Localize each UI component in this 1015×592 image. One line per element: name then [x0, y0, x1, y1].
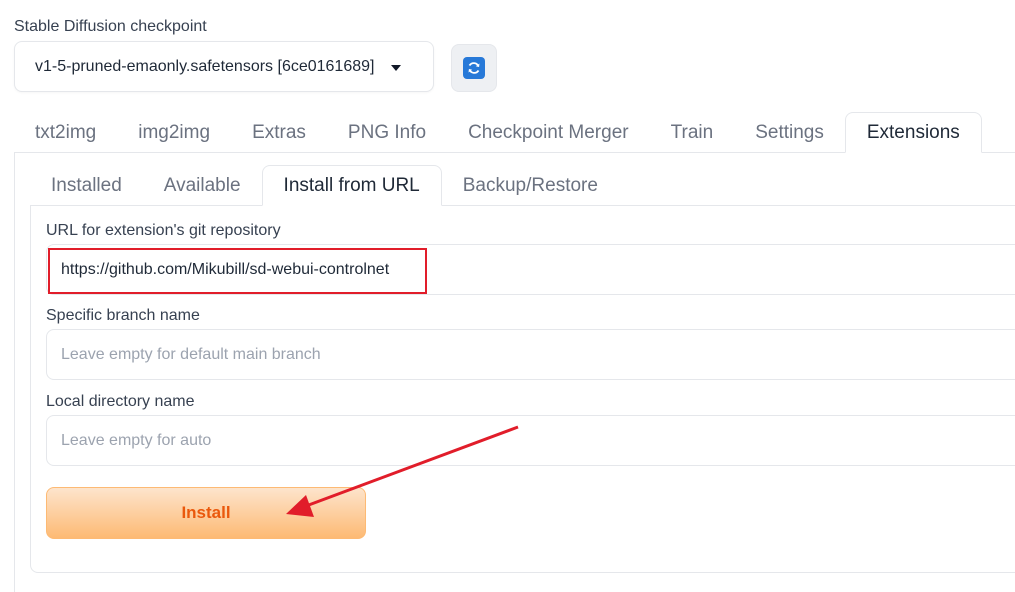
tab-extras[interactable]: Extras [231, 112, 327, 153]
subtab-install-from-url[interactable]: Install from URL [261, 165, 442, 206]
main-tabs: txt2img img2img Extras PNG Info Checkpoi… [14, 112, 982, 153]
subtab-available[interactable]: Available [143, 165, 262, 206]
checkpoint-dropdown[interactable]: v1-5-pruned-emaonly.safetensors [6ce0161… [14, 41, 434, 92]
url-label: URL for extension's git repository [46, 222, 281, 239]
directory-input[interactable]: Leave empty for auto [46, 415, 1015, 466]
branch-label: Specific branch name [46, 307, 200, 324]
refresh-checkpoints-button[interactable] [451, 44, 497, 92]
tab-settings[interactable]: Settings [734, 112, 845, 153]
tab-txt2img[interactable]: txt2img [14, 112, 117, 153]
subtab-installed[interactable]: Installed [30, 165, 143, 206]
chevron-down-icon [391, 65, 401, 71]
checkpoint-selected-value: v1-5-pruned-emaonly.safetensors [6ce0161… [35, 57, 375, 75]
branch-placeholder: Leave empty for default main branch [61, 345, 321, 363]
tab-png-info[interactable]: PNG Info [327, 112, 447, 153]
tab-extensions[interactable]: Extensions [844, 112, 982, 153]
checkpoint-label: Stable Diffusion checkpoint [14, 18, 207, 35]
directory-label: Local directory name [46, 393, 195, 410]
directory-placeholder: Leave empty for auto [61, 431, 212, 449]
url-input[interactable]: https://github.com/Mikubill/sd-webui-con… [46, 244, 1015, 295]
tab-train[interactable]: Train [650, 112, 735, 153]
refresh-icon [463, 57, 485, 79]
subtab-backup-restore[interactable]: Backup/Restore [442, 165, 619, 206]
branch-input[interactable]: Leave empty for default main branch [46, 329, 1015, 380]
extension-subtabs: Installed Available Install from URL Bac… [30, 165, 619, 206]
install-button[interactable]: Install [46, 487, 366, 539]
tab-img2img[interactable]: img2img [117, 112, 231, 153]
url-input-value: https://github.com/Mikubill/sd-webui-con… [61, 260, 390, 278]
tab-checkpoint-merger[interactable]: Checkpoint Merger [447, 112, 650, 153]
